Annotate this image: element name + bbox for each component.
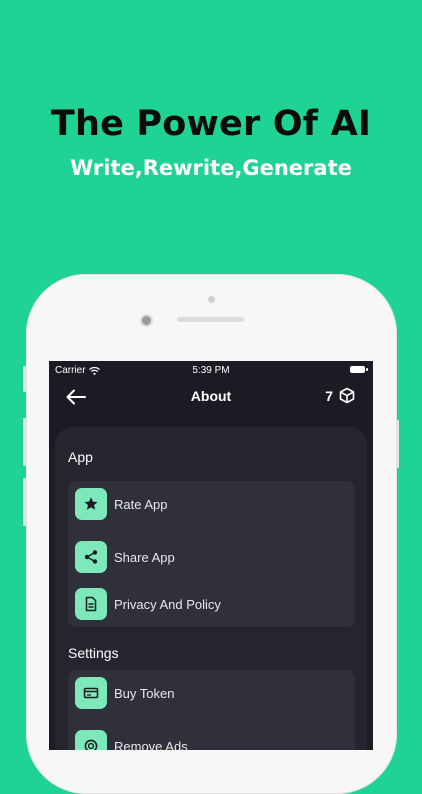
settings-group: Buy Token Remove Ads (68, 670, 355, 750)
buy-token-item[interactable]: Buy Token (75, 677, 347, 709)
app-screen: Carrier 5:39 PM About 7 App Rate App Sha… (49, 361, 373, 750)
rate-app-label: Rate App (114, 496, 168, 512)
star-icon (75, 488, 107, 520)
phone-side-button (23, 366, 26, 392)
section-title-app: App (68, 449, 93, 465)
rate-app-item[interactable]: Rate App (75, 488, 347, 520)
promo-headline: The Power Of AI (50, 104, 372, 144)
phone-volume-down-button (23, 478, 26, 526)
buy-token-label: Buy Token (114, 685, 175, 701)
battery-icon (350, 366, 368, 373)
phone-sensor-dot (208, 296, 215, 303)
no-ads-icon (75, 730, 107, 750)
earpiece-speaker (177, 317, 244, 322)
share-icon (75, 541, 107, 573)
document-icon (75, 588, 107, 620)
privacy-policy-label: Privacy And Policy (114, 596, 221, 612)
privacy-policy-item[interactable]: Privacy And Policy (75, 588, 347, 620)
share-app-item[interactable]: Share App (75, 541, 347, 573)
phone-volume-up-button (23, 418, 26, 466)
about-card: App Rate App Share App Privacy And Polic… (55, 427, 367, 750)
promo-subheadline: Write,Rewrite,Generate (70, 156, 352, 180)
cube-icon (339, 387, 355, 404)
back-button[interactable] (65, 387, 89, 407)
section-title-settings: Settings (68, 645, 119, 661)
status-bar: Carrier 5:39 PM (49, 361, 373, 379)
front-camera (142, 316, 151, 325)
token-count: 7 (325, 387, 333, 404)
token-balance[interactable]: 7 (325, 387, 355, 404)
app-group: Rate App Share App Privacy And Policy (68, 481, 355, 627)
arrow-left-icon (66, 389, 86, 405)
share-app-label: Share App (114, 549, 175, 565)
remove-ads-label: Remove Ads (114, 738, 188, 751)
phone-power-button (396, 420, 399, 468)
status-time: 5:39 PM (192, 365, 230, 376)
remove-ads-item[interactable]: Remove Ads (75, 730, 347, 750)
card-icon (75, 677, 107, 709)
nav-bar: About 7 (49, 379, 373, 415)
